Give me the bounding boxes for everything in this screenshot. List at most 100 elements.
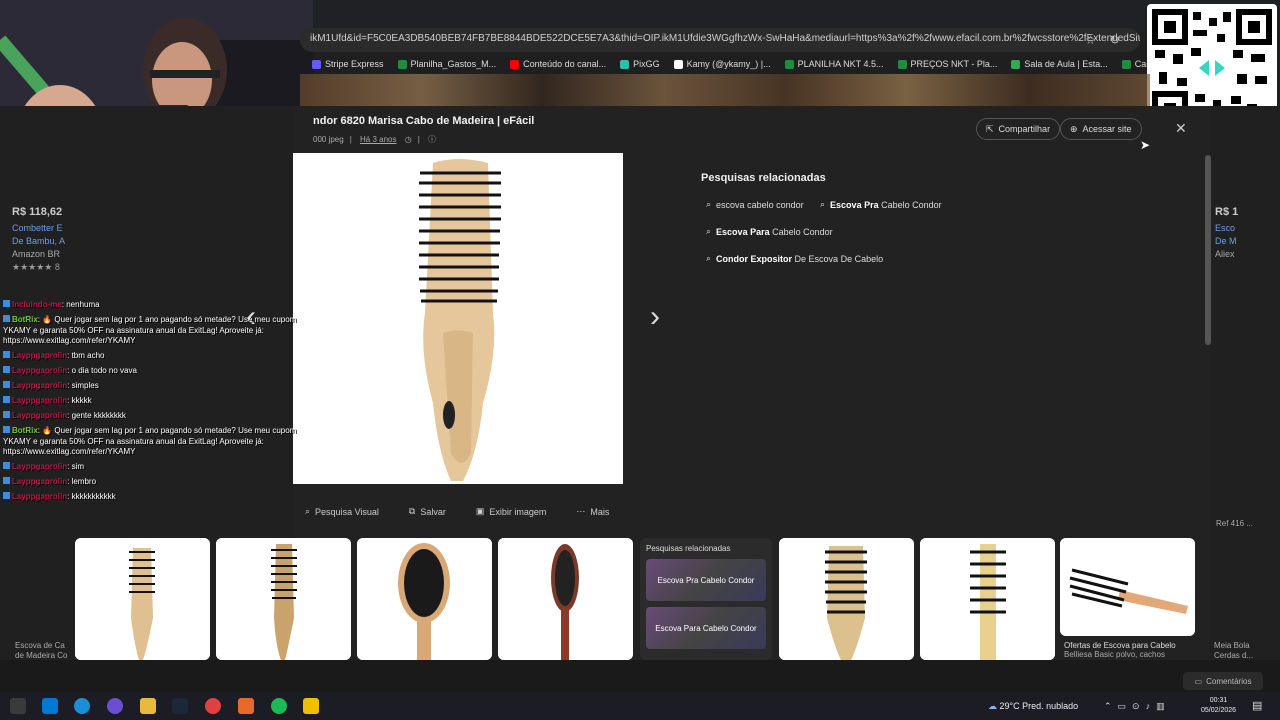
related-chip-escova-para[interactable]: Escova Para Cabelo Condor <box>646 607 766 649</box>
comment-icon: ▭ <box>1194 676 1203 686</box>
image-age[interactable]: Há 3 anos <box>360 135 396 144</box>
panel-scrollbar[interactable] <box>1205 155 1211 345</box>
reload-icon[interactable]: ↻ <box>1110 33 1134 47</box>
steam-icon[interactable] <box>172 698 188 714</box>
mouse-cursor-icon: ➤ <box>1140 138 1151 152</box>
related-thumb[interactable] <box>75 538 210 660</box>
share-icon: ⇱ <box>986 123 994 134</box>
thumb-caption-line-1: Ofertas de Escova para Cabelo <box>1064 641 1176 650</box>
chrome-icon[interactable] <box>107 698 123 714</box>
bookmark-item[interactable]: PREÇOS NKT - Pla... <box>897 54 998 74</box>
background-result-card-right[interactable]: R$ 1 Esco De M Aliex <box>1215 206 1238 261</box>
card-price: R$ 118,62 <box>12 206 63 218</box>
related-search-chip[interactable]: ⌕ Condor Expositor De Escova De Cabelo <box>706 253 883 264</box>
star-icon[interactable]: ☆ <box>1085 33 1110 47</box>
chat-username: Layppgaprolin <box>12 366 68 375</box>
bookmark-favicon-icon <box>1121 59 1131 69</box>
bookmark-favicon-icon <box>620 59 630 69</box>
address-bar[interactable]: ikM1Ufd&id=F5C0EA3DB540BEB74FB7BE8844BDE… <box>300 28 1140 52</box>
bookmark-label: PLANILHA NKT 4.5... <box>797 59 884 69</box>
related-searches-title: Pesquisas relacionadas <box>701 172 826 184</box>
chat-message: Layppgaprolin: kkkkkkkkkkk <box>0 492 300 503</box>
taskbar-clock[interactable]: 00:31 05/02/2026 <box>1201 696 1236 716</box>
bookmarks-bar: Stripe Express Planilha_Gastos_M... Conteú… <box>300 54 1150 74</box>
visual-search-label: Pesquisa Visual <box>315 506 379 517</box>
visit-site-button[interactable]: ⊕ Acessar site <box>1060 118 1142 140</box>
weather-widget[interactable]: ☁ 29°C Pred. nublado <box>988 701 1078 712</box>
chat-message: Layppgaprolin: lembro <box>0 477 300 488</box>
related-thumb[interactable] <box>216 538 351 660</box>
bookmark-item[interactable]: Kamy (@ykamy_) |... <box>673 54 771 74</box>
history-icon: ◷ <box>404 135 412 144</box>
bookmark-item[interactable]: Sala de Aula | Esta... <box>1011 54 1108 74</box>
windows-logo-icon[interactable] <box>42 698 58 714</box>
related-search-text: Escova Pra Cabelo Condor <box>830 200 942 210</box>
system-tray-icons[interactable]: ⌃▭⊙♪▥ <box>1104 701 1171 712</box>
app-icon-2[interactable] <box>303 698 319 714</box>
clock-date: 05/02/2026 <box>1201 707 1237 714</box>
app-icon[interactable] <box>238 698 254 714</box>
search-icon: ⌕ <box>820 199 826 209</box>
bookmark-item[interactable]: PixGG <box>620 54 660 74</box>
card-rating: ★★★★★ 8 <box>12 262 60 272</box>
related-thumb[interactable] <box>779 538 914 660</box>
bookmark-item[interactable]: Planilha_Gastos_M... <box>397 54 496 74</box>
chat-text: : nenhuma <box>61 300 100 309</box>
more-button[interactable]: ⋯ Mais <box>576 506 609 517</box>
bookmark-label: Conteúdo do canal... <box>523 59 607 69</box>
share-button[interactable]: ⇱ Compartilhar <box>976 118 1061 140</box>
start-icon[interactable] <box>10 698 26 714</box>
bookmark-favicon-icon <box>784 59 794 69</box>
related-search-chip[interactable]: ⌕ Escova Pra Cabelo Condor <box>820 199 942 210</box>
obs-icon[interactable] <box>205 698 221 714</box>
chat-username: Layppgaprolin <box>12 462 68 471</box>
thumb-caption-line-2: Belliesa Basic polvo, cachos <box>1064 650 1165 659</box>
background-caption-right[interactable]: Meia Bola Cerdas d... <box>1214 641 1253 661</box>
bookmark-label: PREÇOS NKT - Pla... <box>910 59 998 69</box>
edge-icon[interactable] <box>74 698 90 714</box>
bookmark-item[interactable]: PLANILHA NKT 4.5... <box>784 54 884 74</box>
address-bar-icons[interactable]: ☆↻ <box>1085 33 1134 47</box>
lens-icon: ⌕ <box>305 506 311 516</box>
notification-icon[interactable]: ▤ <box>1252 699 1262 712</box>
chat-badge-icon <box>3 351 10 358</box>
thumb-caption[interactable]: Ofertas de Escova para Cabelo Belliesa B… <box>1064 641 1199 659</box>
background-caption-left[interactable]: Escova de Ca de Madeira Co <box>15 641 67 661</box>
background-result-card-left[interactable]: R$ 118,62 Combetter E De Bambu, A Amazon… <box>12 206 65 274</box>
chat-username: BotRix <box>12 426 38 435</box>
chat-text: : tbm acho <box>67 351 105 360</box>
related-chip-escova-pra[interactable]: Escova Pra Cabelo Condor <box>646 559 766 601</box>
comments-button[interactable]: ▭ Comentários <box>1183 672 1263 690</box>
related-thumb[interactable] <box>920 538 1055 660</box>
bookmark-favicon-icon <box>1011 59 1021 69</box>
chat-text: : simples <box>67 381 99 390</box>
related-search-chip[interactable]: ⌕ Escova Para Cabelo Condor <box>706 226 833 237</box>
related-search-chip[interactable]: ⌕ escova cabelo condor <box>706 199 804 210</box>
chat-text: : lembro <box>67 477 97 486</box>
related-thumb[interactable] <box>357 538 492 660</box>
right-caption-1: Meia Bola <box>1214 641 1250 650</box>
left-caption-1: Escova de Ca <box>15 641 65 650</box>
main-preview-image[interactable] <box>293 153 623 484</box>
related-thumb[interactable] <box>498 538 633 660</box>
preview-actions: ⌕ Pesquisa Visual ⧉ Salvar ▣ Exibir imagem … <box>305 506 609 517</box>
preview-title[interactable]: ndor 6820 Marisa Cabo de Madeira | eFáci… <box>313 115 534 127</box>
bookmark-item[interactable]: Stripe Express <box>312 54 384 74</box>
related-thumb[interactable] <box>1060 538 1195 636</box>
chat-message: Layppgaprolin: tbm acho <box>0 351 300 362</box>
background-image-row <box>0 660 1280 692</box>
bookmark-item[interactable]: Cargos Ninjas - Pla... <box>1121 54 1150 74</box>
view-image-button[interactable]: ▣ Exibir imagem <box>476 506 547 517</box>
bookmark-item[interactable]: Conteúdo do canal... <box>510 54 606 74</box>
save-button[interactable]: ⧉ Salvar <box>409 506 446 517</box>
visual-search-button[interactable]: ⌕ Pesquisa Visual <box>305 506 379 517</box>
close-icon[interactable]: ✕ <box>1175 120 1187 137</box>
chat-message: BotRix: 🔥 Quer jogar sem lag por 1 ano p… <box>0 315 300 347</box>
bookmark-icon: ⧉ <box>408 506 416 516</box>
folder-icon[interactable] <box>140 698 156 714</box>
info-icon[interactable]: ⓘ <box>428 135 436 144</box>
chat-badge-icon <box>3 300 10 307</box>
spotify-icon[interactable] <box>271 698 287 714</box>
next-arrow-icon[interactable]: › <box>650 300 660 334</box>
bookmark-favicon-icon <box>510 59 520 69</box>
